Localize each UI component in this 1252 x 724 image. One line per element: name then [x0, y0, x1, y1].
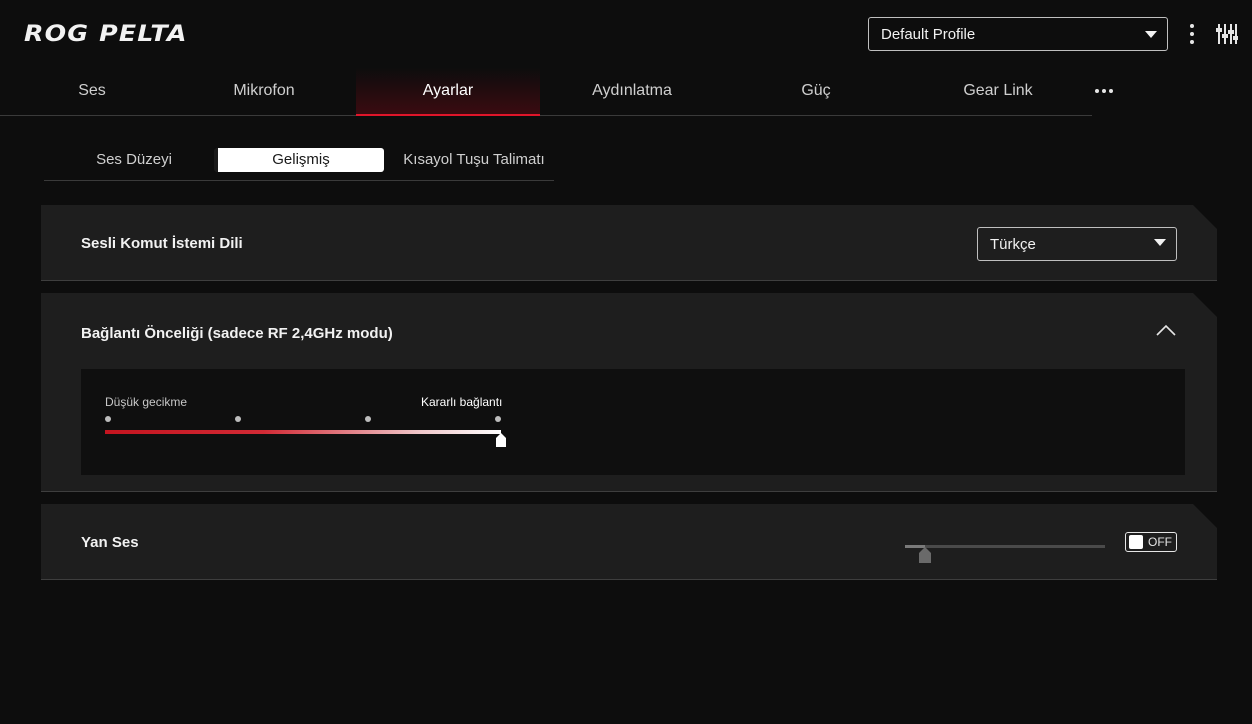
connection-priority-slider[interactable]	[105, 430, 501, 434]
subtab-kisayol-tusu[interactable]: Kısayol Tuşu Talimatı	[394, 148, 554, 172]
subtab-gelismis[interactable]: Gelişmiş	[214, 148, 384, 172]
equalizer-settings-icon[interactable]	[1216, 22, 1238, 46]
subtab-ses-duzeyi[interactable]: Ses Düzeyi	[64, 148, 204, 172]
app-logo: ROG PELTA	[24, 22, 188, 47]
slider-step-4[interactable]	[495, 416, 501, 422]
stable-connection-label: Kararlı bağlantı	[421, 395, 503, 409]
low-latency-label: Düşük gecikme	[105, 395, 188, 409]
sidetone-title: Yan Ses	[81, 534, 139, 551]
more-options-icon[interactable]	[1184, 22, 1200, 46]
chevron-down-icon	[1154, 239, 1166, 246]
chevron-up-icon[interactable]	[1155, 323, 1177, 337]
profile-dropdown[interactable]: Default Profile	[868, 17, 1168, 51]
connection-priority-panel: Düşük gecikme Kararlı bağlantı	[81, 369, 1185, 475]
chevron-down-icon	[1145, 31, 1157, 38]
slider-step-2[interactable]	[235, 416, 241, 422]
toggle-knob	[1129, 535, 1143, 549]
sidetone-slider-thumb[interactable]	[919, 547, 931, 563]
slider-step-3[interactable]	[365, 416, 371, 422]
connection-priority-thumb[interactable]	[496, 433, 506, 447]
tab-gear-link[interactable]: Gear Link	[906, 68, 1090, 116]
language-dropdown[interactable]: Türkçe	[977, 227, 1177, 261]
tab-ses[interactable]: Ses	[0, 68, 184, 116]
voice-prompt-card: Sesli Komut İstemi Dili Türkçe	[41, 205, 1217, 281]
toggle-state-label: OFF	[1148, 535, 1172, 549]
sub-tab-bar: Ses Düzeyi Gelişmiş Kısayol Tuşu Talimat…	[44, 146, 554, 181]
connection-priority-card: Bağlantı Önceliği (sadece RF 2,4GHz modu…	[41, 293, 1217, 492]
sidetone-toggle[interactable]: OFF	[1125, 532, 1177, 552]
main-tab-bar: Ses Mikrofon Ayarlar Aydınlatma Güç Gear…	[0, 68, 1092, 116]
sidetone-slider[interactable]	[905, 545, 1105, 548]
voice-prompt-title: Sesli Komut İstemi Dili	[81, 235, 243, 252]
slider-step-1[interactable]	[105, 416, 111, 422]
connection-priority-title: Bağlantı Önceliği (sadece RF 2,4GHz modu…	[81, 325, 393, 342]
tab-mikrofon[interactable]: Mikrofon	[172, 68, 356, 116]
more-tabs-icon[interactable]	[1095, 88, 1115, 96]
tab-guc[interactable]: Güç	[724, 68, 908, 116]
sidetone-card: Yan Ses OFF	[41, 504, 1217, 580]
profile-dropdown-value: Default Profile	[881, 26, 976, 43]
tab-aydinlatma[interactable]: Aydınlatma	[540, 68, 724, 116]
language-dropdown-value: Türkçe	[990, 236, 1036, 253]
tab-ayarlar[interactable]: Ayarlar	[356, 68, 540, 116]
